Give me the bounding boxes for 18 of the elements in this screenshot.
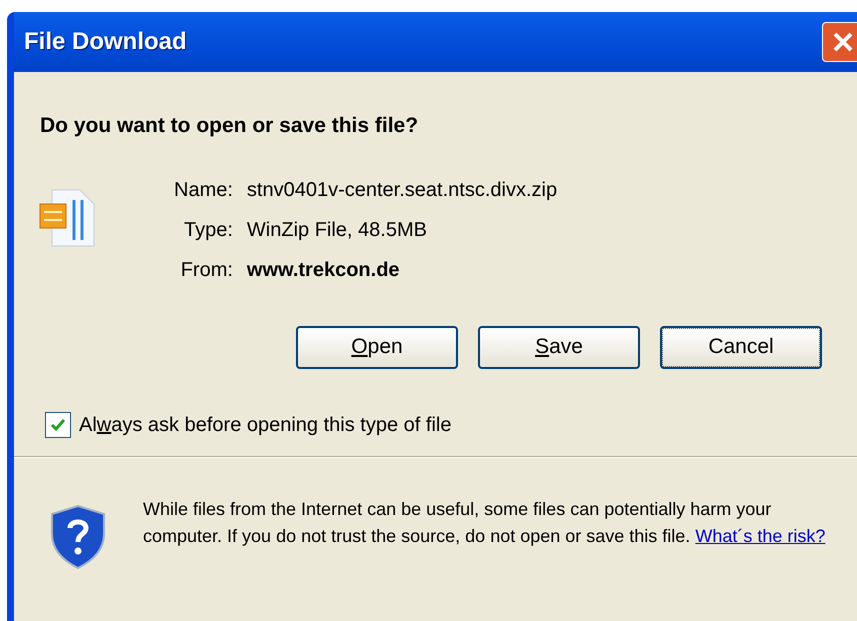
close-icon [831, 30, 855, 54]
dialog-button[interactable]: Cancel [660, 326, 822, 368]
shield-question-icon [50, 504, 106, 570]
field-value: WinZip File, 48.5MB [246, 218, 428, 242]
field-value: stnv0401v-center.seat.ntsc.divx.zip [246, 178, 558, 202]
field-label: From: [180, 258, 233, 282]
dialog-button[interactable]: Open [296, 326, 458, 368]
field-label: Type: [182, 218, 233, 242]
window-title: File Download [24, 27, 187, 57]
close-button[interactable] [822, 22, 857, 62]
risk-link[interactable]: What´s the risk? [695, 526, 826, 546]
checkbox-label[interactable]: Always ask before opening this type of file [79, 410, 452, 440]
checkbox[interactable] [45, 412, 71, 438]
field-value: www.trekcon.de [246, 258, 401, 282]
dialog-question: Do you want to open or save this file? [40, 113, 420, 139]
dialog-button[interactable]: Save [478, 326, 640, 368]
warning-text: While files from the Internet can be useful, some files can potentially harm your computer. If you do not trust the source, do not open or save this file. What´s the risk? [143, 498, 826, 548]
field-label: Name: [174, 178, 233, 202]
